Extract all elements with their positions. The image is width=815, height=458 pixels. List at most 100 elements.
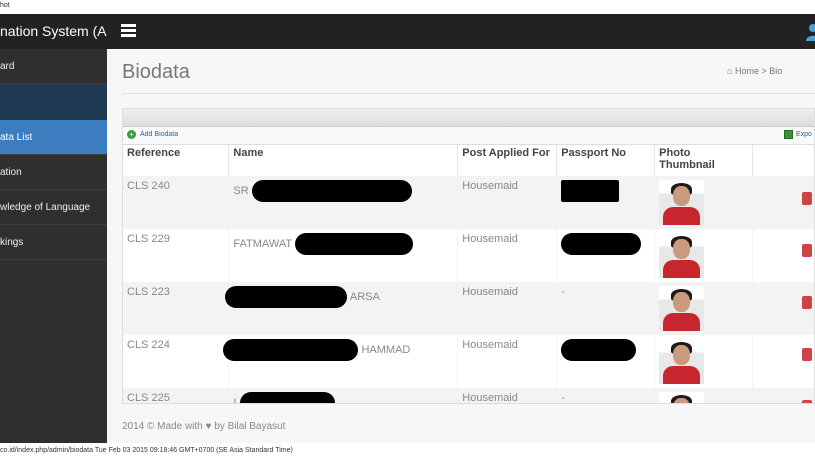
column-header-reference[interactable]: Reference: [123, 145, 230, 176]
breadcrumb-separator: >: [761, 66, 767, 76]
cell-reference: CLS 229: [123, 229, 230, 282]
top-navbar: nation System (AIS): [0, 14, 815, 49]
table-row[interactable]: CLS 223 ARSA Housemaid -: [123, 282, 814, 335]
copyright-prefix: 2014 © Made with: [122, 421, 203, 432]
name-text: SR: [233, 184, 249, 197]
hamburger-menu-icon[interactable]: [121, 24, 136, 37]
sidebar-item-biodata-list[interactable]: ata List: [0, 120, 107, 155]
column-header-name[interactable]: Name: [228, 145, 459, 176]
main-content: Biodata ⌂ Home > Bio + Add Biodata Expo …: [107, 49, 815, 443]
pin-icon[interactable]: [802, 296, 812, 309]
cell-photo: [654, 176, 754, 229]
redaction-mark: [223, 339, 359, 361]
sidebar-item-education[interactable]: ation: [0, 155, 107, 190]
column-header-actions: [752, 145, 814, 176]
column-header-passport-no[interactable]: Passport No: [556, 145, 656, 176]
browser-print-header: hot: [0, 2, 10, 9]
table-row[interactable]: CLS 229 FATMAWAT Housemaid: [123, 229, 814, 282]
cell-actions: [752, 335, 814, 388]
cell-photo: [654, 335, 754, 388]
photo-thumbnail[interactable]: [659, 286, 705, 331]
name-text: HAMMAD: [361, 343, 411, 356]
sidebar: ard ata List ation wledge of Language ki…: [0, 49, 107, 443]
photo-thumbnail[interactable]: [659, 180, 705, 225]
cell-name: FATMAWAT: [228, 229, 459, 282]
name-text: I: [233, 396, 237, 404]
table-row[interactable]: CLS 224 HAMMAD Housemaid: [123, 335, 814, 388]
grid-toolbar: + Add Biodata Expo: [123, 127, 814, 145]
excel-icon: [784, 130, 793, 139]
pin-icon[interactable]: [802, 192, 812, 205]
copyright-footer: 2014 © Made with ♥ by Bilal Bayasut: [122, 421, 285, 432]
name-text: ARSA: [349, 290, 380, 303]
biodata-panel: + Add Biodata Expo Reference Name Post A…: [122, 108, 815, 404]
cell-post: Housemaid: [457, 176, 558, 229]
page-title: Biodata: [122, 61, 190, 83]
cell-passport: [556, 335, 656, 388]
column-header-post-applied-for[interactable]: Post Applied For: [457, 145, 558, 176]
sidebar-item-bookings[interactable]: kings: [0, 225, 107, 260]
cell-passport: [556, 229, 656, 282]
cell-passport: -: [556, 388, 656, 403]
cell-photo: [654, 229, 754, 282]
title-divider: [122, 93, 815, 94]
redaction-mark: [225, 286, 348, 308]
cell-name: HAMMAD: [223, 335, 459, 388]
redaction-mark: [561, 339, 637, 361]
sidebar-item-knowledge-of-language[interactable]: wledge of Language: [0, 190, 107, 225]
sidebar-item-label: ard: [0, 61, 15, 72]
table-header-row: Reference Name Post Applied For Passport…: [123, 145, 814, 176]
redaction-mark: [561, 233, 642, 255]
cell-reference: CLS 225: [123, 388, 230, 403]
sidebar-item-label: wledge of Language: [0, 202, 91, 213]
photo-thumbnail[interactable]: [659, 392, 705, 403]
cell-reference: CLS 223: [123, 282, 230, 335]
photo-thumbnail[interactable]: [659, 339, 705, 384]
pin-icon[interactable]: [802, 348, 812, 361]
cell-name: SR: [228, 176, 459, 229]
cell-name: I: [228, 388, 459, 404]
cell-post: Housemaid: [457, 388, 558, 403]
table-row[interactable]: CLS 240 SR Housemaid: [123, 176, 814, 229]
cell-reference: CLS 240: [123, 176, 230, 229]
breadcrumb: ⌂ Home > Bio: [727, 66, 782, 76]
cell-post: Housemaid: [457, 229, 558, 282]
cell-post: Housemaid: [457, 335, 558, 388]
cell-passport: -: [556, 282, 656, 335]
home-icon: ⌂: [727, 66, 733, 76]
copyright-suffix: by Bilal Bayasut: [214, 421, 286, 432]
photo-thumbnail[interactable]: [659, 233, 705, 278]
biodata-table: Reference Name Post Applied For Passport…: [123, 145, 814, 404]
sidebar-item-label: ata List: [0, 132, 33, 143]
browser-print-footer: co.id/index.php/admin/biodata Tue Feb 03…: [0, 447, 293, 454]
column-header-photo-thumbnail: Photo Thumbnail: [654, 145, 754, 176]
sidebar-item-label: kings: [0, 237, 24, 248]
cell-photo: [654, 388, 754, 403]
brand-title[interactable]: nation System (AIS): [0, 14, 107, 49]
heart-icon: ♥: [205, 421, 212, 432]
add-biodata-button[interactable]: + Add Biodata: [127, 130, 178, 139]
breadcrumb-home[interactable]: Home: [735, 66, 759, 76]
redaction-mark: [561, 180, 620, 202]
cell-name: ARSA: [225, 282, 459, 335]
cell-post: Housemaid: [457, 282, 558, 335]
name-text: FATMAWAT: [233, 237, 292, 250]
redaction-mark: [251, 180, 412, 202]
user-icon[interactable]: [806, 23, 815, 41]
cell-photo: [654, 282, 754, 335]
cell-reference: CLS 224: [123, 335, 230, 388]
sidebar-item-label: ation: [0, 167, 22, 178]
cell-passport: [556, 176, 656, 229]
pin-icon[interactable]: [802, 244, 812, 257]
table-row[interactable]: CLS 225 I Housemaid -: [123, 388, 814, 404]
export-label: Expo: [796, 131, 812, 138]
redaction-mark: [239, 392, 335, 403]
sidebar-group-biodata[interactable]: [0, 84, 107, 120]
add-icon: +: [127, 130, 136, 139]
add-biodata-label: Add Biodata: [140, 131, 179, 138]
sidebar-item-dashboard[interactable]: ard: [0, 49, 107, 84]
redaction-mark: [294, 233, 413, 255]
export-button[interactable]: Expo: [784, 130, 812, 139]
breadcrumb-current: Bio: [769, 66, 783, 76]
panel-header: [123, 109, 814, 127]
